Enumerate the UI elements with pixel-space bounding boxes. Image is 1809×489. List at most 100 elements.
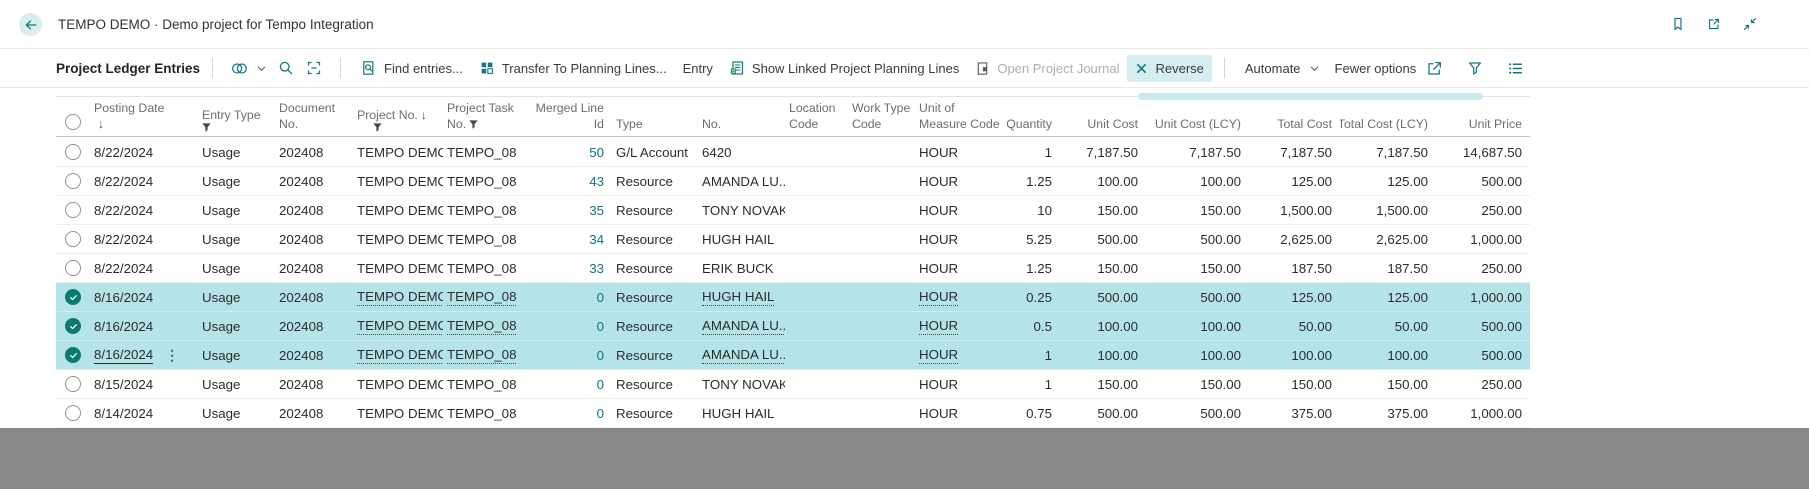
cell-unit_price[interactable]: 500.00	[1436, 174, 1530, 189]
cell-quantity[interactable]: 5.25	[1000, 232, 1060, 247]
reverse-button[interactable]: Reverse	[1127, 55, 1211, 82]
cell-total_cost[interactable]: 150.00	[1249, 377, 1340, 392]
find-entries-button[interactable]: Find entries...	[353, 54, 471, 82]
cell-uom_code[interactable]: HOUR	[915, 145, 1000, 160]
cell-unit_price[interactable]: 1,000.00	[1436, 406, 1530, 421]
cell-quantity[interactable]: 1.25	[1000, 261, 1060, 276]
horizontal-scrollbar-thumb[interactable]	[1138, 93, 1483, 100]
cell-document_no[interactable]: 202408	[275, 406, 353, 421]
cell-unit_price[interactable]: 500.00	[1436, 319, 1530, 334]
cell-no[interactable]: HUGH HAIL	[698, 406, 785, 421]
cell-total_cost[interactable]: 2,625.00	[1249, 232, 1340, 247]
focus-mode-button[interactable]	[300, 54, 328, 82]
cell-total_cost_lcy[interactable]: 150.00	[1340, 377, 1436, 392]
transfer-to-planning-lines-button[interactable]: Transfer To Planning Lines...	[471, 54, 675, 82]
cell-no[interactable]: HUGH HAIL	[698, 232, 785, 247]
cell-unit_cost[interactable]: 100.00	[1060, 319, 1146, 334]
cell-project_no[interactable]: TEMPO DEMO	[353, 289, 443, 306]
filter-icon[interactable]	[1465, 58, 1485, 78]
cell-no[interactable]: 6420	[698, 145, 785, 160]
cell-unit_cost[interactable]: 100.00	[1060, 174, 1146, 189]
cell-merged_line_id[interactable]: 0	[528, 348, 612, 363]
cell-entry_type[interactable]: Usage	[198, 377, 275, 392]
column-header-project_no[interactable]: Project No. ↓	[353, 100, 443, 136]
share-icon[interactable]	[1424, 58, 1445, 79]
row-checkbox[interactable]	[65, 260, 81, 276]
cell-project_task_no[interactable]: TEMPO_08	[443, 174, 528, 189]
cell-merged_line_id[interactable]: 0	[528, 319, 612, 334]
cell-no[interactable]: HUGH HAIL	[698, 289, 785, 306]
cell-posting_date[interactable]: 8/16/2024	[90, 290, 198, 305]
fewer-options-button[interactable]: Fewer options	[1327, 55, 1425, 82]
column-header-unit_cost_lcy[interactable]: Unit Cost (LCY)	[1146, 100, 1249, 136]
column-header-total_cost_lcy[interactable]: Total Cost (LCY)	[1340, 100, 1436, 136]
column-header-unit_cost[interactable]: Unit Cost	[1060, 100, 1146, 136]
row-checkbox[interactable]	[65, 405, 81, 421]
cell-project_task_no[interactable]: TEMPO_08	[443, 232, 528, 247]
bookmark-icon[interactable]	[1668, 14, 1688, 34]
cell-quantity[interactable]: 1.25	[1000, 174, 1060, 189]
cell-total_cost_lcy[interactable]: 125.00	[1340, 174, 1436, 189]
choose-columns-icon[interactable]	[1505, 58, 1526, 79]
cell-quantity[interactable]: 0.75	[1000, 406, 1060, 421]
cell-total_cost_lcy[interactable]: 187.50	[1340, 261, 1436, 276]
cell-no[interactable]: TONY NOVAK	[698, 203, 785, 218]
cell-total_cost[interactable]: 100.00	[1249, 348, 1340, 363]
row-checkbox[interactable]	[65, 231, 81, 247]
table-row[interactable]: 8/22/2024Usage202408TEMPO DEMOTEMPO_0835…	[56, 196, 1530, 225]
cell-total_cost[interactable]: 125.00	[1249, 174, 1340, 189]
back-button[interactable]	[19, 13, 42, 36]
cell-unit_cost[interactable]: 500.00	[1060, 232, 1146, 247]
cell-entry_type[interactable]: Usage	[198, 348, 275, 363]
table-row[interactable]: 8/16/2024Usage202408TEMPO DEMOTEMPO_080R…	[56, 283, 1530, 312]
cell-project_task_no[interactable]: TEMPO_08	[443, 261, 528, 276]
cell-unit_price[interactable]: 1,000.00	[1436, 290, 1530, 305]
column-header-no[interactable]: No.	[698, 100, 785, 136]
cell-entry_type[interactable]: Usage	[198, 232, 275, 247]
cell-type[interactable]: Resource	[612, 377, 698, 392]
cell-unit_cost[interactable]: 500.00	[1060, 406, 1146, 421]
cell-entry_type[interactable]: Usage	[198, 290, 275, 305]
cell-document_no[interactable]: 202408	[275, 261, 353, 276]
column-header-type[interactable]: Type	[612, 100, 698, 136]
cell-total_cost_lcy[interactable]: 100.00	[1340, 348, 1436, 363]
cell-uom_code[interactable]: HOUR	[915, 174, 1000, 189]
cell-total_cost[interactable]: 125.00	[1249, 290, 1340, 305]
cell-unit_cost[interactable]: 7,187.50	[1060, 145, 1146, 160]
table-row[interactable]: 8/22/2024Usage202408TEMPO DEMOTEMPO_0834…	[56, 225, 1530, 254]
cell-merged_line_id[interactable]: 0	[528, 406, 612, 421]
table-row[interactable]: 8/22/2024Usage202408TEMPO DEMOTEMPO_0843…	[56, 167, 1530, 196]
cell-posting_date[interactable]: 8/16/2024	[90, 319, 198, 334]
cell-uom_code[interactable]: HOUR	[915, 347, 1000, 364]
cell-unit_cost_lcy[interactable]: 100.00	[1146, 319, 1249, 334]
cell-unit_cost_lcy[interactable]: 500.00	[1146, 406, 1249, 421]
cell-total_cost[interactable]: 1,500.00	[1249, 203, 1340, 218]
cell-merged_line_id[interactable]: 43	[528, 174, 612, 189]
cell-type[interactable]: Resource	[612, 406, 698, 421]
cell-posting_date[interactable]: 8/15/2024	[90, 377, 198, 392]
cell-unit_cost[interactable]: 500.00	[1060, 290, 1146, 305]
cell-type[interactable]: Resource	[612, 261, 698, 276]
cell-posting_date[interactable]: 8/22/2024	[90, 203, 198, 218]
cell-merged_line_id[interactable]: 33	[528, 261, 612, 276]
cell-unit_price[interactable]: 250.00	[1436, 377, 1530, 392]
cell-total_cost[interactable]: 7,187.50	[1249, 145, 1340, 160]
cell-project_task_no[interactable]: TEMPO_08	[443, 347, 528, 364]
cell-unit_cost[interactable]: 150.00	[1060, 377, 1146, 392]
cell-unit_cost_lcy[interactable]: 150.00	[1146, 203, 1249, 218]
cell-no[interactable]: AMANDA LU...	[698, 347, 785, 364]
cell-project_task_no[interactable]: TEMPO_08	[443, 318, 528, 335]
cell-no[interactable]: TONY NOVAK	[698, 377, 785, 392]
open-project-journal-button[interactable]: Open Project Journal	[967, 55, 1127, 82]
cell-quantity[interactable]: 0.5	[1000, 319, 1060, 334]
cell-total_cost_lcy[interactable]: 7,187.50	[1340, 145, 1436, 160]
cell-posting_date[interactable]: 8/22/2024	[90, 261, 198, 276]
open-in-new-window-icon[interactable]	[1704, 14, 1724, 34]
row-checkbox[interactable]	[65, 173, 81, 189]
cell-posting_date[interactable]: 8/16/2024⋮	[90, 347, 198, 364]
cell-unit_cost_lcy[interactable]: 150.00	[1146, 261, 1249, 276]
cell-no[interactable]: AMANDA LU...	[698, 318, 785, 335]
cell-quantity[interactable]: 1	[1000, 348, 1060, 363]
cell-unit_cost_lcy[interactable]: 100.00	[1146, 174, 1249, 189]
column-header-entry_type[interactable]: Entry Type	[198, 100, 275, 136]
